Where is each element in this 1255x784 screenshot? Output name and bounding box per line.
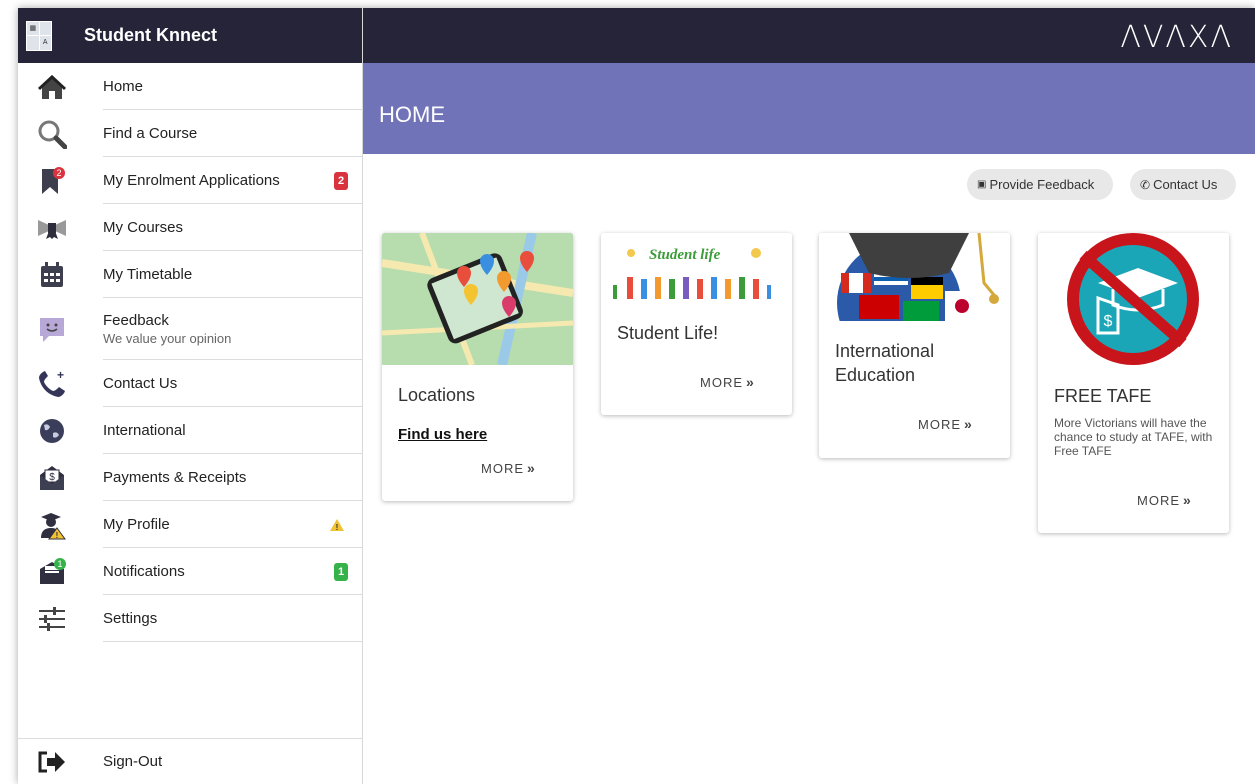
sidebar-item-label: My Enrolment Applications [103, 171, 280, 189]
profile-icon: ! [36, 509, 68, 541]
svg-text:$: $ [1104, 313, 1113, 330]
sidebar-item-label: Find a Course [103, 124, 198, 142]
feedback-icon [36, 313, 68, 345]
find-us-link[interactable]: Find us here [398, 426, 487, 443]
sidebar-item-label: My Profile [103, 515, 170, 533]
more-label: MORE [918, 417, 961, 432]
home-icon [36, 71, 68, 103]
sidebar-item-feedback[interactable]: Feedback We value your opinion [18, 298, 362, 360]
card-title: International Education [835, 341, 935, 385]
sidebar-item-label: International [103, 421, 186, 439]
sidebar-item-notifications[interactable]: 1 Notifications 1 [18, 548, 362, 595]
warning-icon: ! [326, 516, 348, 534]
count-badge: 2 [334, 171, 348, 190]
sidebar-item-label: Notifications [103, 562, 185, 580]
double-chevron-icon: » [527, 460, 535, 476]
card-title: Locations [398, 385, 476, 405]
sidebar-item-enrolment-applications[interactable]: 2 My Enrolment Applications 2 [18, 157, 362, 204]
more-button[interactable]: MORE» [700, 374, 754, 390]
card-title: FREE TAFE [1054, 386, 1152, 406]
page-title: HOME [379, 102, 445, 127]
provide-feedback-button[interactable]: ▣ Provide Feedback [967, 169, 1113, 200]
card-free-tafe[interactable]: $ FREE TAFE More Victorians will have th… [1038, 233, 1229, 533]
double-chevron-icon: » [964, 416, 972, 432]
warning-mark: ! [336, 523, 339, 532]
more-label: MORE [700, 375, 743, 390]
top-bar: ΛVΛXΛ [363, 8, 1255, 63]
card-international-education[interactable]: International Education MORE» [819, 233, 1010, 458]
sidebar-item-home[interactable]: Home [18, 63, 362, 110]
sidebar-nav: Home Find a Course 2 My Enrolment Applic… [18, 63, 362, 642]
card-description: More Victorians will have the chance to … [1054, 416, 1213, 458]
provide-feedback-label: Provide Feedback [989, 177, 1095, 192]
page-header: HOME [363, 63, 1255, 154]
feedback-icon: ▣ [977, 179, 987, 190]
bowtie-icon [36, 212, 68, 244]
locations-image [382, 233, 573, 367]
app-logo-icon: ▦ A [26, 20, 52, 51]
sidebar-item-my-courses[interactable]: My Courses [18, 204, 362, 251]
sidebar-item-label: Settings [103, 609, 158, 627]
calendar-icon [36, 259, 68, 291]
sidebar-item-label: Feedback [103, 311, 169, 329]
signout-icon [36, 746, 68, 778]
card-title: Student Life! [617, 323, 719, 343]
app-window: ▦ A Student Knnect Home Find a Course 2 … [18, 8, 1255, 784]
phone-icon: ✆ [1140, 177, 1151, 192]
contact-us-label: Contact Us [1153, 177, 1218, 192]
svg-text:+: + [57, 369, 64, 382]
company-logo: ΛVΛXΛ [1120, 20, 1233, 55]
search-icon [36, 118, 68, 150]
more-button[interactable]: MORE» [918, 416, 972, 432]
sidebar-item-international[interactable]: International [18, 407, 362, 454]
sign-out-button[interactable]: Sign-Out [18, 738, 363, 784]
double-chevron-icon: » [1183, 492, 1191, 508]
sidebar-header: ▦ A Student Knnect [18, 8, 362, 63]
sidebar-item-find-course[interactable]: Find a Course [18, 110, 362, 157]
card-locations[interactable]: Locations Find us here MORE» [382, 233, 573, 501]
svg-text:2: 2 [56, 168, 61, 178]
sidebar: ▦ A Student Knnect Home Find a Course 2 … [18, 8, 363, 784]
payment-icon: $ [36, 462, 68, 494]
settings-icon [36, 603, 68, 635]
sidebar-item-payments-receipts[interactable]: $ Payments & Receipts [18, 454, 362, 501]
free-tafe-image: $ [1038, 233, 1229, 368]
sidebar-item-contact-us[interactable]: + Contact Us [18, 360, 362, 407]
more-label: MORE [481, 461, 524, 476]
sidebar-item-label: My Courses [103, 218, 184, 236]
more-label: MORE [1137, 493, 1180, 508]
svg-text:1: 1 [57, 559, 62, 569]
phone-icon: + [36, 368, 68, 400]
more-button[interactable]: MORE» [481, 460, 535, 476]
sidebar-item-label: Home [103, 77, 144, 95]
count-badge: 1 [334, 562, 348, 581]
sidebar-item-my-profile[interactable]: ! My Profile ! [18, 501, 362, 548]
student-life-image-text: Student life [649, 247, 721, 263]
card-student-life[interactable]: Student life Student Life! MORE » [601, 233, 792, 415]
globe-icon [36, 415, 68, 447]
student-life-image: Student life [601, 233, 792, 313]
main-content: ΛVΛXΛ HOME ▣ Provide Feedback ✆ Contact … [363, 8, 1255, 784]
notification-icon: 1 [36, 556, 68, 588]
bookmark-icon: 2 [36, 165, 68, 197]
svg-text:!: ! [56, 531, 59, 540]
sidebar-item-label: My Timetable [103, 265, 193, 283]
svg-text:$: $ [49, 472, 55, 483]
sidebar-item-sublabel: We value your opinion [103, 330, 232, 346]
sidebar-item-label: Payments & Receipts [103, 468, 247, 486]
sign-out-label: Sign-Out [103, 753, 163, 770]
contact-us-button[interactable]: ✆ Contact Us [1130, 169, 1236, 200]
sidebar-item-label: Contact Us [103, 374, 178, 392]
app-name: Student Knnect [84, 25, 217, 45]
double-chevron-icon: » [746, 374, 754, 390]
sidebar-item-timetable[interactable]: My Timetable [18, 251, 362, 298]
more-button[interactable]: MORE» [1137, 492, 1191, 508]
international-education-image [819, 233, 1010, 365]
sidebar-item-settings[interactable]: Settings [18, 595, 362, 642]
